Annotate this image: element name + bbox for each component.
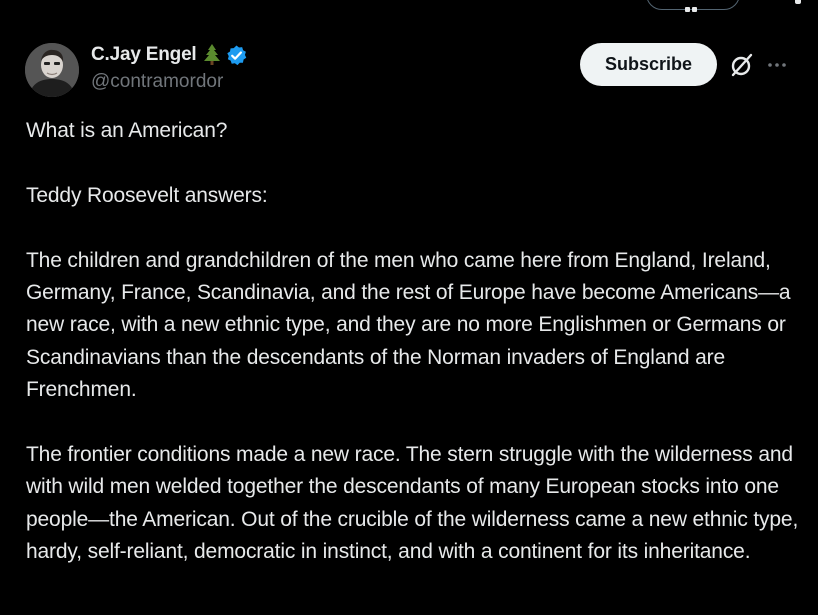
author-name-row[interactable]: C.Jay Engel bbox=[91, 42, 248, 68]
avatar[interactable] bbox=[25, 43, 79, 97]
post-text: What is an American? Teddy Roosevelt ans… bbox=[26, 115, 806, 569]
author-handle[interactable]: @contramordor bbox=[91, 71, 223, 93]
more-options-icon[interactable] bbox=[766, 56, 788, 74]
grok-icon[interactable] bbox=[729, 52, 755, 78]
post-paragraph: Teddy Roosevelt answers: bbox=[26, 183, 268, 207]
verified-badge-icon[interactable] bbox=[225, 44, 248, 67]
partial-edge-icon bbox=[795, 0, 801, 4]
christmas-tree-icon bbox=[202, 43, 222, 67]
post-paragraph: The children and grandchildren of the me… bbox=[26, 248, 791, 402]
post-paragraph: What is an American? bbox=[26, 119, 228, 142]
avatar-photo bbox=[25, 43, 79, 97]
subscribe-button[interactable]: Subscribe bbox=[580, 43, 717, 86]
pill-dots-icon bbox=[685, 0, 703, 12]
display-name[interactable]: C.Jay Engel bbox=[91, 44, 197, 66]
post-paragraph: The frontier conditions made a new race.… bbox=[26, 443, 799, 564]
top-action-pill[interactable] bbox=[646, 0, 740, 12]
